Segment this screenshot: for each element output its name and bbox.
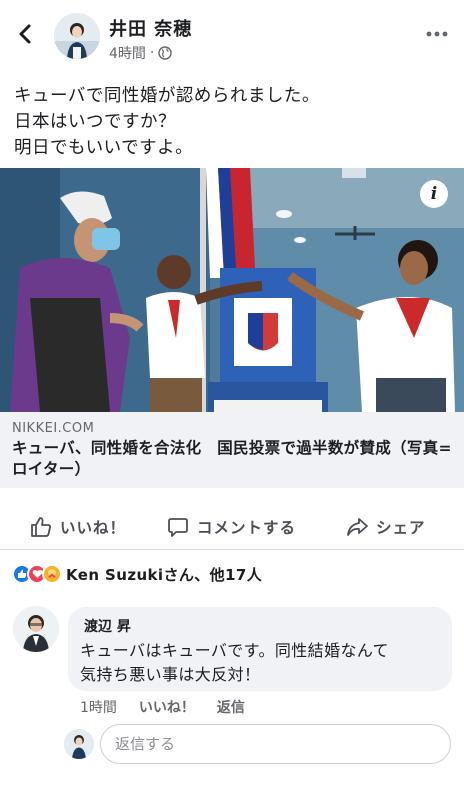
commenter-name[interactable]: 渡辺 昇 (84, 616, 440, 636)
my-avatar (64, 729, 94, 759)
comment-time[interactable]: 1時間 (80, 697, 117, 717)
comment-meta: 1時間 いいね！ 返信 (80, 697, 245, 717)
like-label: いいね！ (60, 519, 127, 537)
comment-like-button[interactable]: いいね！ (139, 697, 195, 717)
care-reaction-icon (42, 564, 62, 584)
commenter-avatar[interactable] (13, 606, 59, 652)
author-name[interactable]: 井田 奈穂 (109, 15, 192, 41)
comment-reply-button[interactable]: 返信 (217, 697, 245, 717)
reply-input[interactable] (100, 724, 451, 764)
author-avatar[interactable] (54, 13, 100, 59)
link-title[interactable]: キューバ、同性婚を合法化 国民投票で過半数が賛成（写真=ロイター） (12, 438, 452, 480)
post-body: キューバで同性婚が認められました。 日本はいつですか？ 明日でもいいですよ。 (14, 83, 320, 161)
globe-icon (158, 46, 173, 60)
post-header: 井田 奈穂 4時間 · (0, 0, 464, 66)
info-icon[interactable]: i (420, 180, 448, 208)
comment-button[interactable]: コメントする (167, 506, 296, 548)
post-line: キューバで同性婚が認められました。 (14, 86, 320, 106)
comment-text: キューバはキューバです。同性結婚なんて 気持ち悪い事は大反対！ (80, 639, 440, 687)
more-horizontal-icon[interactable] (424, 24, 450, 44)
thumbs-up-icon (31, 517, 51, 537)
share-icon (347, 518, 368, 536)
like-button[interactable]: いいね！ (30, 506, 126, 548)
comment-label: コメントする (197, 519, 297, 537)
meta-separator: · (149, 45, 155, 61)
comment-icon (168, 518, 188, 537)
link-preview-image[interactable]: i (0, 168, 464, 412)
post-line: 日本はいつですか？ (14, 112, 176, 132)
link-domain: NIKKEI.COM (12, 421, 95, 436)
post-meta: 4時間 · (109, 43, 173, 63)
post-actions: いいね！ コメントする シェア (0, 506, 464, 548)
reactions-text: Ken Suzukiさん、他17人 (66, 565, 263, 584)
reactions-summary[interactable]: Ken Suzukiさん、他17人 (12, 562, 262, 586)
link-preview[interactable]: NIKKEI.COM キューバ、同性婚を合法化 国民投票で過半数が賛成（写真=ロ… (0, 412, 464, 488)
share-label: シェア (376, 519, 426, 537)
chevron-left-icon[interactable] (14, 22, 38, 46)
comment-line: キューバはキューバです。同性結婚なんて (80, 641, 389, 660)
comment-line: 気持ち悪い事は大反対！ (80, 665, 261, 684)
post-line: 明日でもいいですよ。 (14, 138, 194, 158)
comment-bubble[interactable]: 渡辺 昇 キューバはキューバです。同性結婚なんて 気持ち悪い事は大反対！ (68, 607, 452, 691)
post-time[interactable]: 4時間 (109, 43, 146, 63)
share-button[interactable]: シェア (346, 506, 426, 548)
divider (0, 549, 464, 550)
